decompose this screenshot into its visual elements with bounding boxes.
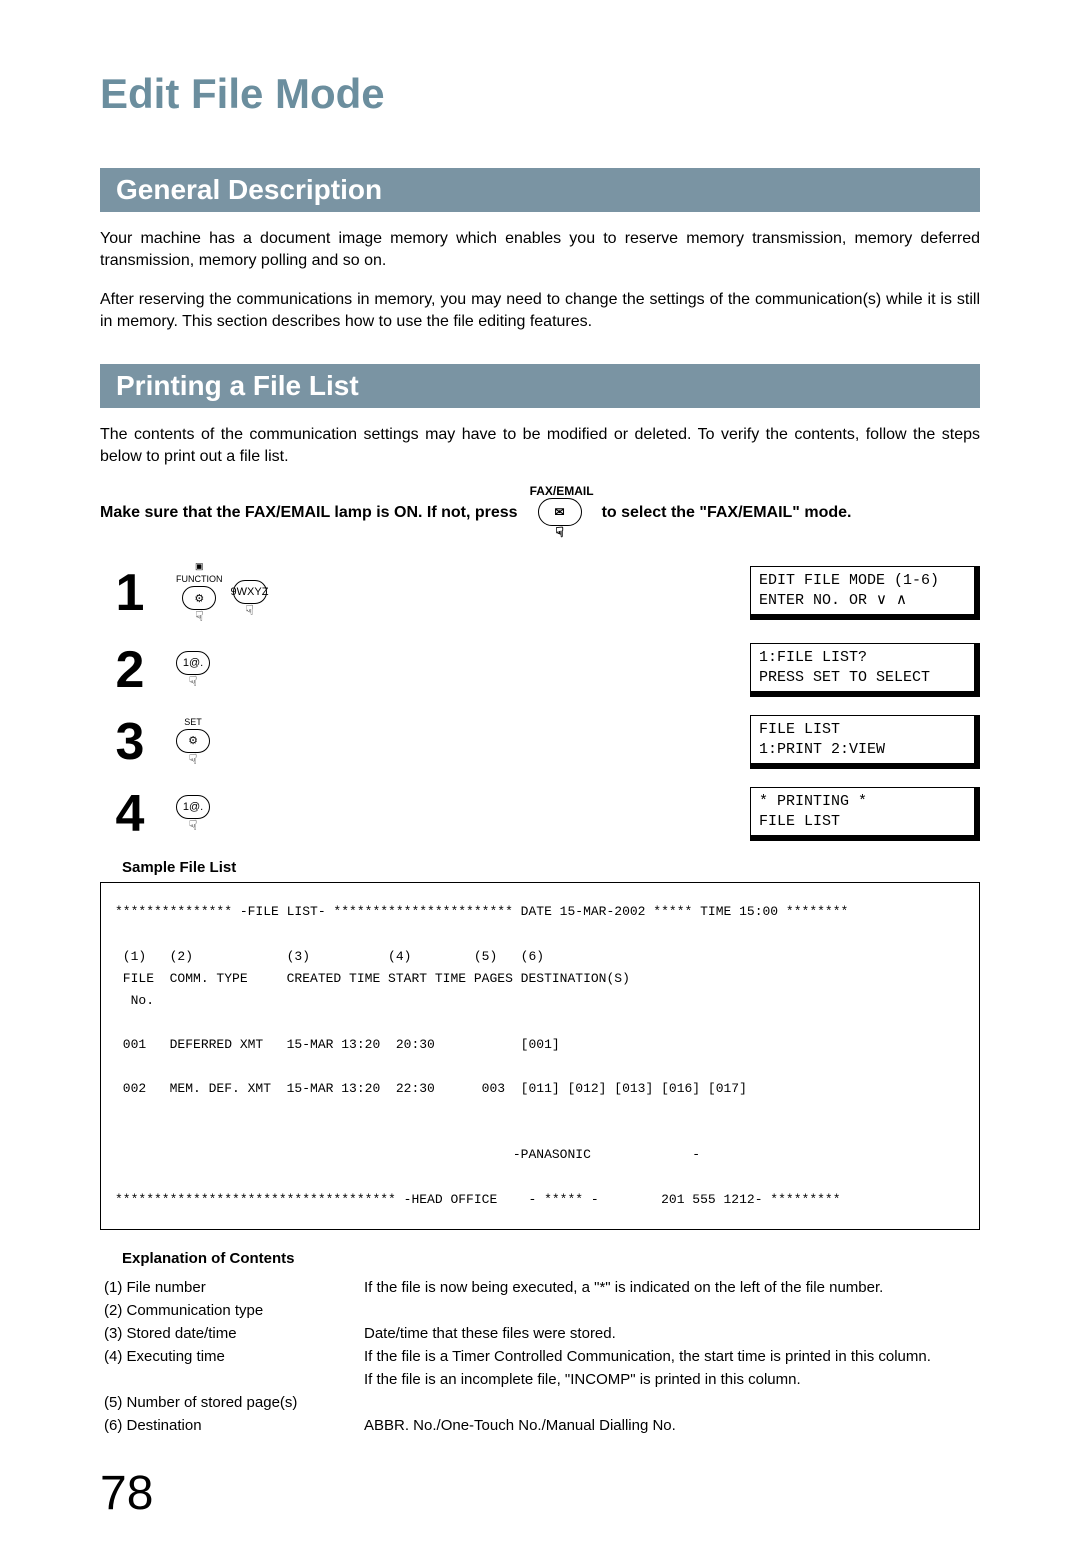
intro-text-b: to select the "FAX/EMAIL" mode. — [602, 504, 852, 522]
digit-1-button-icon: 1@. — [176, 795, 210, 819]
step-row: 1 ▣ FUNCTION ⚙ ☟ 9WXYZ ☟ EDIT FILE MODE … — [100, 561, 980, 625]
explanation-label: (1) File number — [104, 1277, 364, 1298]
hand-icon: ☟ — [189, 817, 198, 834]
explanation-row: (6) Destination ABBR. No./One-Touch No./… — [104, 1415, 980, 1436]
hand-icon: ☟ — [195, 608, 204, 625]
paragraph: After reserving the communications in me… — [100, 289, 980, 334]
explanation-desc: If the file is now being executed, a "*"… — [364, 1277, 980, 1298]
explanation-row: If the file is an incomplete file, "INCO… — [104, 1369, 980, 1390]
explanation-desc: If the file is a Timer Controlled Commun… — [364, 1346, 980, 1367]
key-label: ▣ — [195, 561, 204, 572]
step-number: 2 — [100, 644, 160, 696]
step-number: 1 — [100, 567, 160, 619]
explanation-desc — [364, 1300, 980, 1321]
fax-email-icon: ✉ — [538, 498, 582, 526]
explanation-title: Explanation of Contents — [122, 1250, 980, 1267]
digit-1-button-icon: 1@. — [176, 651, 210, 675]
function-button-icon: ⚙ — [182, 586, 216, 610]
explanation-row: (3) Stored date/time Date/time that thes… — [104, 1323, 980, 1344]
nine-key: 9WXYZ ☟ — [233, 580, 267, 619]
step-number: 4 — [100, 788, 160, 840]
key-label: FUNCTION — [176, 574, 223, 584]
paragraph: Your machine has a document image memory… — [100, 228, 980, 273]
explanation-row: (5) Number of stored page(s) — [104, 1392, 980, 1413]
explanation-label: (3) Stored date/time — [104, 1323, 364, 1344]
function-key: ▣ FUNCTION ⚙ ☟ — [176, 561, 223, 625]
intro-text-a: Make sure that the FAX/EMAIL lamp is ON.… — [100, 504, 518, 522]
explanation-label: (5) Number of stored page(s) — [104, 1392, 364, 1413]
explanation-label: (4) Executing time — [104, 1346, 364, 1367]
intro-line: Make sure that the FAX/EMAIL lamp is ON.… — [100, 484, 980, 541]
hand-icon: ☟ — [189, 751, 198, 768]
one-key: 1@. ☟ — [176, 651, 210, 690]
lcd-display: EDIT FILE MODE (1-6) ENTER NO. OR ∨ ∧ — [750, 566, 980, 620]
explanation-desc: If the file is an incomplete file, "INCO… — [364, 1369, 980, 1390]
hand-icon: ☟ — [555, 524, 564, 541]
lcd-display: 1:FILE LIST? PRESS SET TO SELECT — [750, 643, 980, 697]
step-row: 2 1@. ☟ 1:FILE LIST? PRESS SET TO SELECT — [100, 643, 980, 697]
hand-icon: ☟ — [245, 602, 254, 619]
section-header-general: General Description — [100, 168, 980, 212]
paragraph: The contents of the communication settin… — [100, 424, 980, 469]
explanation-label — [104, 1369, 364, 1390]
digit-9-button-icon: 9WXYZ — [233, 580, 267, 604]
explanation-desc: ABBR. No./One-Touch No./Manual Dialling … — [364, 1415, 980, 1436]
page-title: Edit File Mode — [100, 70, 980, 118]
set-button-icon: ⚙ — [176, 729, 210, 753]
sample-file-list-title: Sample File List — [122, 859, 980, 876]
set-key: SET ⚙ ☟ — [176, 717, 210, 768]
section-header-printing: Printing a File List — [100, 364, 980, 408]
step-row: 3 SET ⚙ ☟ FILE LIST 1:PRINT 2:VIEW — [100, 715, 980, 769]
key-label: SET — [184, 717, 202, 727]
explanation-desc: Date/time that these files were stored. — [364, 1323, 980, 1344]
one-key: 1@. ☟ — [176, 795, 210, 834]
explanation-row: (2) Communication type — [104, 1300, 980, 1321]
hand-icon: ☟ — [189, 673, 198, 690]
explanation-label: (2) Communication type — [104, 1300, 364, 1321]
explanation-desc — [364, 1392, 980, 1413]
lcd-display: * PRINTING * FILE LIST — [750, 787, 980, 841]
explanation-label: (6) Destination — [104, 1415, 364, 1436]
fax-email-button: FAX/EMAIL ✉ ☟ — [530, 484, 590, 541]
explanation-row: (4) Executing time If the file is a Time… — [104, 1346, 980, 1367]
sample-file-list-box: *************** -FILE LIST- ************… — [100, 882, 980, 1229]
explanation-row: (1) File number If the file is now being… — [104, 1277, 980, 1298]
page-number: 78 — [100, 1466, 980, 1521]
step-row: 4 1@. ☟ * PRINTING * FILE LIST — [100, 787, 980, 841]
fax-email-label: FAX/EMAIL — [530, 484, 590, 498]
lcd-display: FILE LIST 1:PRINT 2:VIEW — [750, 715, 980, 769]
step-number: 3 — [100, 716, 160, 768]
